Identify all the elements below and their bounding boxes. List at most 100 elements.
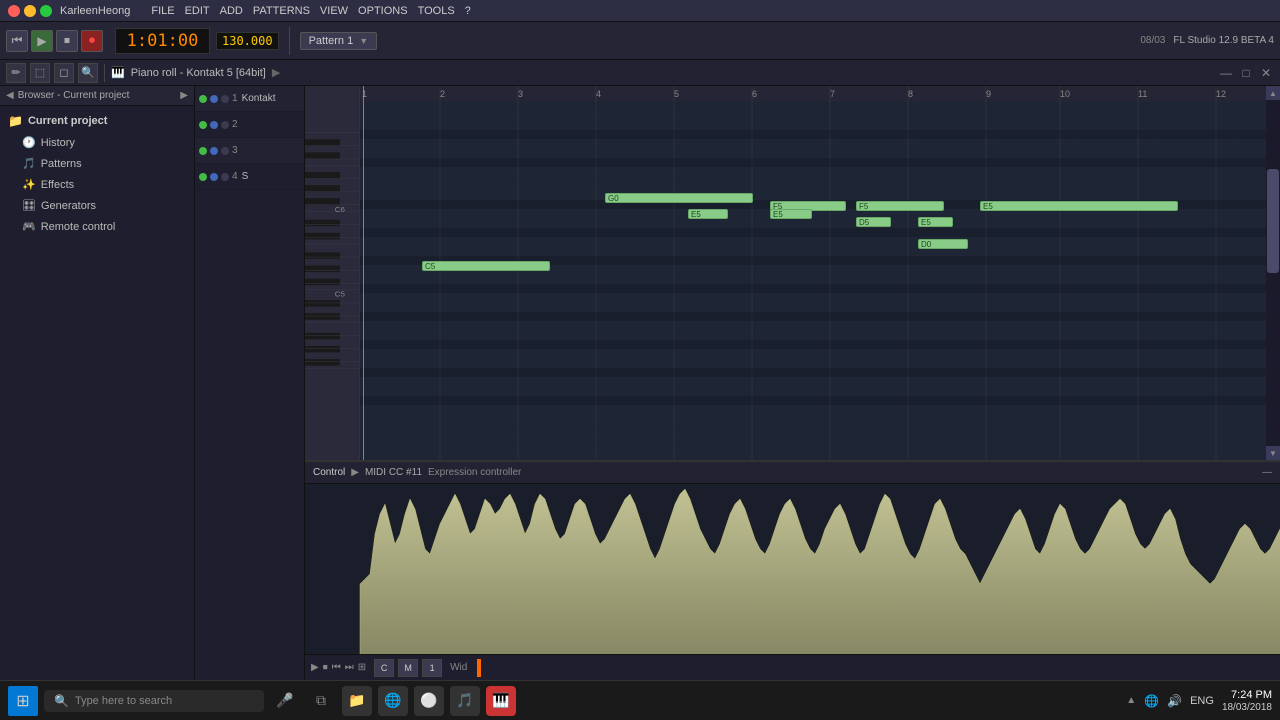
controller-label: Expression controller — [428, 467, 521, 478]
sidebar-item-history[interactable]: 🕐 History — [0, 132, 194, 153]
toolbar-erase-btn[interactable]: ◻ — [54, 63, 74, 83]
toolbar-select-btn[interactable]: ⬚ — [30, 63, 50, 83]
piano-keys: C5 C6 — [305, 86, 360, 460]
channel-num-4: 4 — [232, 171, 238, 182]
taskbar-search[interactable]: 🔍 Type here to search — [44, 690, 264, 712]
menu-options[interactable]: OPTIONS — [358, 5, 408, 17]
transport-mini: ▶ ⏹ ⏮ ⏭ ⊞ — [311, 662, 366, 673]
rewind-btn[interactable]: ⏮ — [6, 30, 28, 52]
windows-taskbar: ⊞ 🔍 Type here to search 🎤 ⧉ 📁 🌐 ⚪ 🎵 🎹 ▲ … — [0, 680, 1280, 720]
midi-cc-label: MIDI CC #11 — [365, 467, 422, 478]
network-icon: 🌐 — [1144, 694, 1159, 708]
midi-note-d0[interactable]: D0 — [918, 239, 968, 249]
control-panel: Control ▶ MIDI CC #11 Expression control… — [305, 460, 1280, 680]
channel-led-2 — [210, 95, 218, 103]
midi-note-f5-2[interactable]: F5 — [856, 201, 944, 211]
minimize-panel-btn[interactable]: — — [1218, 65, 1234, 81]
mini-play-btn[interactable]: ▶ — [311, 662, 319, 673]
patterns-label: Patterns — [41, 158, 82, 170]
task-view-btn[interactable]: ⧉ — [306, 686, 336, 716]
velocity-graph[interactable] — [305, 484, 1280, 654]
minimize-btn[interactable] — [24, 5, 36, 17]
control-minimize[interactable]: — — [1262, 467, 1272, 478]
channel-1-btn[interactable]: 1 — [422, 659, 442, 677]
channel-row-2: 2 — [195, 112, 304, 138]
bpm-display[interactable]: 130.000 — [216, 32, 279, 50]
maximize-panel-btn[interactable]: □ — [1238, 65, 1254, 81]
midi-note-g5-long[interactable]: G0 — [605, 193, 753, 203]
patterns-icon: 🎵 — [22, 157, 36, 170]
scroll-thumb[interactable] — [1267, 169, 1279, 273]
pattern-label: Pattern 1 — [309, 35, 354, 47]
mini-grid-btn[interactable]: ⊞ — [358, 662, 366, 673]
close-panel-btn[interactable]: ✕ — [1258, 65, 1274, 81]
menu-add[interactable]: ADD — [220, 5, 243, 17]
folder-icon: 📁 — [8, 114, 23, 128]
sidebar-item-current-project[interactable]: 📁 Current project — [0, 110, 194, 132]
taskbar-file-explorer[interactable]: 📁 — [342, 686, 372, 716]
svg-text:4: 4 — [596, 89, 601, 99]
midi-note-f5-3[interactable]: E5 — [980, 201, 1178, 211]
channel-m-btn[interactable]: M — [398, 659, 418, 677]
channel-led-10 — [199, 173, 207, 181]
menu-patterns[interactable]: PATTERNS — [253, 5, 310, 17]
sidebar-item-generators[interactable]: 🎛 Generators — [0, 195, 194, 216]
channel-num-3: 3 — [232, 145, 238, 156]
menu-tools[interactable]: TOOLS — [418, 5, 455, 17]
menu-help[interactable]: ? — [465, 5, 471, 17]
waveform-svg — [305, 484, 1280, 654]
piano-roll-title: Piano roll - Kontakt 5 [64bit] — [131, 67, 266, 79]
piano-roll-title-bar: 🎹 Piano roll - Kontakt 5 [64bit] ▶ — [111, 66, 1214, 79]
effects-icon: ✨ — [22, 178, 36, 191]
cortana-mic[interactable]: 🎤 — [270, 686, 300, 716]
piano-grid[interactable]: 1 2 3 4 5 6 7 8 9 10 11 12 — [360, 86, 1266, 460]
close-btn[interactable] — [8, 5, 20, 17]
menu-view[interactable]: VIEW — [320, 5, 348, 17]
sidebar-item-remote-control[interactable]: 🎮 Remote control — [0, 216, 194, 237]
stop-btn[interactable]: ⏹ — [56, 30, 78, 52]
channel-name-4: S — [242, 171, 249, 182]
midi-note-d5[interactable]: D5 — [856, 217, 891, 227]
mini-next-btn[interactable]: ⏭ — [345, 662, 354, 673]
generators-label: Generators — [41, 200, 96, 212]
start-button[interactable]: ⊞ — [8, 686, 38, 716]
menu-file[interactable]: FILE — [151, 5, 174, 17]
pattern-btn[interactable]: Pattern 1 ▼ — [300, 32, 378, 50]
effects-label: Effects — [41, 179, 74, 191]
taskbar-chrome[interactable]: ⚪ — [414, 686, 444, 716]
svg-text:12: 12 — [1216, 89, 1226, 99]
play-btn[interactable]: ▶ — [31, 30, 53, 52]
midi-note-e5-1[interactable]: E5 — [688, 209, 728, 219]
taskbar-app1[interactable]: 🎵 — [450, 686, 480, 716]
mini-prev-btn[interactable]: ⏮ — [332, 662, 341, 673]
fl-info: FL Studio 12.9 BETA 4 — [1173, 35, 1274, 46]
channel-c-btn[interactable]: C — [374, 659, 394, 677]
scroll-down-btn[interactable]: ▼ — [1266, 446, 1280, 460]
taskbar-app2[interactable]: 🎹 — [486, 686, 516, 716]
sidebar-item-effects[interactable]: ✨ Effects — [0, 174, 194, 195]
taskbar-browser[interactable]: 🌐 — [378, 686, 408, 716]
menu-edit[interactable]: EDIT — [185, 5, 210, 17]
sidebar-expand-icon[interactable]: ▶ — [180, 90, 188, 101]
scroll-up-btn[interactable]: ▲ — [1266, 86, 1280, 100]
vertical-scrollbar[interactable]: ▲ ▼ — [1266, 86, 1280, 460]
svg-text:6: 6 — [752, 89, 757, 99]
svg-text:8: 8 — [908, 89, 913, 99]
mini-stop-btn[interactable]: ⏹ — [323, 662, 328, 673]
maximize-btn[interactable] — [40, 5, 52, 17]
midi-note-e5-2[interactable]: E5 — [770, 209, 812, 219]
midi-note-d5-2[interactable]: E5 — [918, 217, 953, 227]
midi-note-c5[interactable]: C5 — [422, 261, 550, 271]
sidebar-item-patterns[interactable]: 🎵 Patterns — [0, 153, 194, 174]
record-btn[interactable]: ⏺ — [81, 30, 103, 52]
control-arrow[interactable]: ▶ — [351, 467, 359, 478]
volume-icon[interactable]: 🔊 — [1167, 694, 1182, 708]
history-icon: 🕐 — [22, 136, 36, 149]
search-icon: 🔍 — [54, 694, 69, 708]
toolbar-draw-btn[interactable]: ✏ — [6, 63, 26, 83]
channel-num-1: 1 — [232, 93, 238, 104]
toolbar-zoom-btn[interactable]: 🔍 — [78, 63, 98, 83]
sidebar-header-label: Browser - Current project — [18, 90, 181, 101]
sidebar: ◀ Browser - Current project ▶ 📁 Current … — [0, 86, 195, 680]
tray-arrow[interactable]: ▲ — [1126, 695, 1136, 706]
